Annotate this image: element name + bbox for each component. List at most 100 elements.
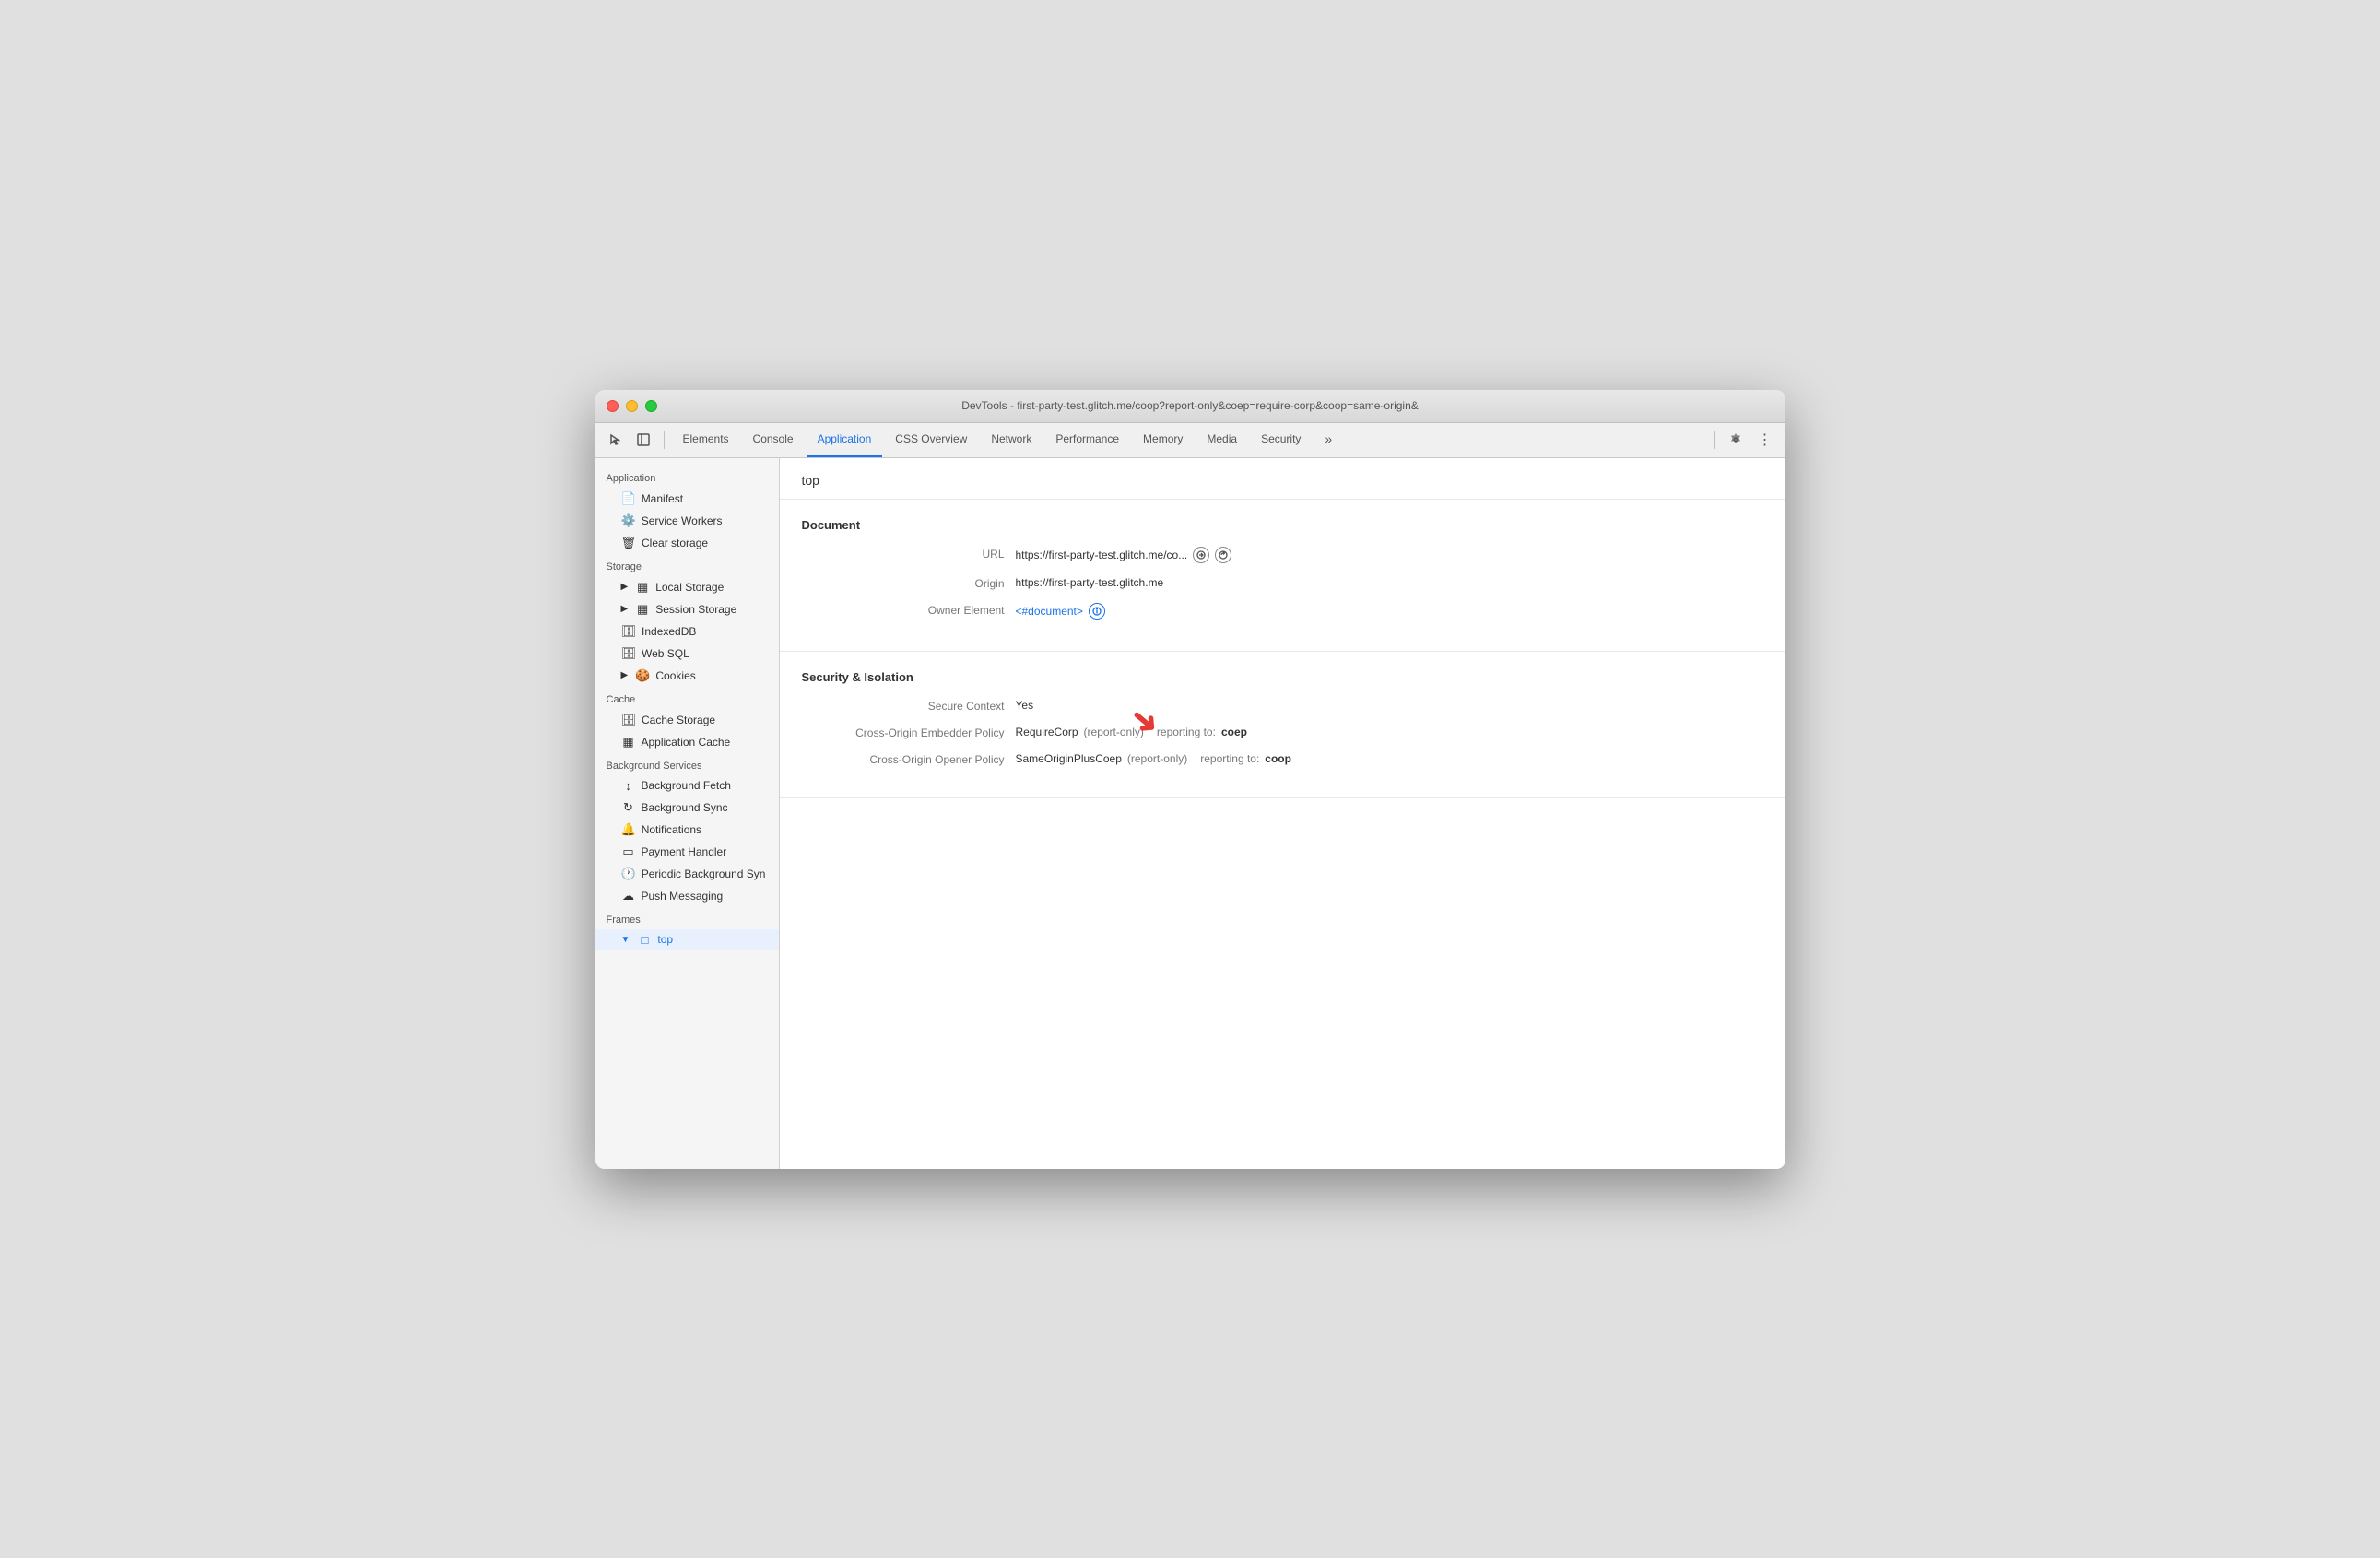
sidebar-item-label: Periodic Background Syn [642, 868, 766, 880]
cursor-icon-button[interactable] [603, 427, 629, 453]
sidebar-item-label: Local Storage [655, 581, 724, 594]
more-options-button[interactable]: ⋮ [1752, 427, 1778, 453]
sidebar: Application 📄 Manifest ⚙️ Service Worker… [595, 458, 780, 1169]
database-icon: 🗄 [621, 646, 637, 661]
sidebar-item-background-sync[interactable]: ↻ Background Sync [595, 797, 779, 819]
minimize-button[interactable] [626, 400, 638, 412]
coep-row: Cross-Origin Embedder Policy RequireCorp… [802, 726, 1763, 739]
security-isolation-title: Security & Isolation [802, 670, 1763, 684]
tab-application[interactable]: Application [807, 422, 883, 457]
info-icon[interactable] [1089, 603, 1105, 620]
sidebar-item-label: Service Workers [642, 514, 723, 527]
sync-icon: ↻ [621, 800, 636, 815]
open-in-new-icon[interactable] [1193, 547, 1209, 563]
coop-row: Cross-Origin Opener Policy SameOriginPlu… [802, 752, 1763, 766]
database-icon: 🗄 [621, 624, 637, 639]
coop-value: SameOriginPlusCoep (report-only) reporti… [1016, 752, 1291, 765]
tab-network[interactable]: Network [980, 422, 1043, 457]
bell-icon: 🔔 [621, 822, 636, 837]
secure-context-value: Yes ➜ [1016, 699, 1034, 712]
sidebar-item-label: Background Fetch [642, 779, 731, 792]
dock-icon-button[interactable] [630, 427, 656, 453]
frame-icon: □ [637, 933, 652, 947]
tab-performance[interactable]: Performance [1044, 422, 1130, 457]
sidebar-item-payment-handler[interactable]: ▭ Payment Handler [595, 841, 779, 863]
sidebar-item-cookies[interactable]: ▶ 🍪 Cookies [595, 665, 779, 687]
owner-element-value: <#document> [1016, 603, 1105, 620]
sidebar-section-application: Application [595, 466, 779, 488]
origin-value: https://first-party-test.glitch.me [1016, 576, 1164, 589]
sidebar-section-storage: Storage [595, 554, 779, 576]
sidebar-item-indexeddb[interactable]: 🗄 IndexedDB [595, 620, 779, 643]
sidebar-section-frames: Frames [595, 907, 779, 929]
url-text: https://first-party-test.glitch.me/co... [1016, 549, 1188, 561]
coop-reporting-label: reporting to: [1200, 752, 1259, 765]
tab-memory[interactable]: Memory [1132, 422, 1194, 457]
sidebar-item-label: Cookies [655, 669, 695, 682]
close-button[interactable] [607, 400, 619, 412]
arrow-right-icon: ▶ [621, 604, 629, 614]
sidebar-item-session-storage[interactable]: ▶ ▦ Session Storage [595, 598, 779, 620]
fetch-icon: ↕ [621, 779, 636, 793]
reload-icon[interactable] [1215, 547, 1231, 563]
security-isolation-section: Security & Isolation Secure Context Yes … [780, 652, 1785, 798]
sidebar-item-manifest[interactable]: 📄 Manifest [595, 488, 779, 510]
sidebar-item-push-messaging[interactable]: ☁ Push Messaging [595, 885, 779, 907]
sidebar-item-top-frame[interactable]: ▼ □ top [595, 929, 779, 950]
sidebar-item-label: Background Sync [642, 801, 728, 814]
tab-security[interactable]: Security [1250, 422, 1312, 457]
sidebar-section-cache: Cache [595, 687, 779, 709]
arrow-right-icon: ▶ [621, 582, 629, 592]
sidebar-item-local-storage[interactable]: ▶ ▦ Local Storage [595, 576, 779, 598]
owner-element-field-row: Owner Element <#document> [802, 603, 1763, 620]
url-label: URL [802, 547, 1005, 561]
coop-value-text: SameOriginPlusCoep [1016, 752, 1122, 765]
coep-value-text: RequireCorp [1016, 726, 1078, 738]
sidebar-item-application-cache[interactable]: ▦ Application Cache [595, 731, 779, 753]
tab-console[interactable]: Console [742, 422, 805, 457]
sidebar-item-web-sql[interactable]: 🗄 Web SQL [595, 643, 779, 665]
coop-reporting-value: coop [1265, 752, 1291, 765]
sidebar-item-label: Notifications [642, 823, 701, 836]
sidebar-item-service-workers[interactable]: ⚙️ Service Workers [595, 510, 779, 532]
arrow-right-icon: ▶ [621, 670, 629, 680]
sidebar-item-label: top [657, 933, 673, 946]
document-section-title: Document [802, 518, 1763, 532]
origin-text: https://first-party-test.glitch.me [1016, 576, 1164, 589]
coep-reporting-value: coep [1221, 726, 1247, 738]
tab-more[interactable]: » [1314, 422, 1343, 457]
sidebar-item-periodic-background-sync[interactable]: 🕐 Periodic Background Syn [595, 863, 779, 885]
cloud-icon: ☁ [621, 889, 636, 903]
tab-elements[interactable]: Elements [672, 422, 740, 457]
sidebar-section-background-services: Background Services [595, 753, 779, 775]
sidebar-item-label: Push Messaging [642, 890, 724, 903]
settings-icon-button[interactable] [1723, 427, 1749, 453]
content-header: top [780, 458, 1785, 500]
origin-field-row: Origin https://first-party-test.glitch.m… [802, 576, 1763, 590]
sidebar-item-background-fetch[interactable]: ↕ Background Fetch [595, 775, 779, 797]
sidebar-item-label: Application Cache [642, 736, 731, 749]
owner-element-link[interactable]: <#document> [1016, 605, 1083, 618]
toolbar: Elements Console Application CSS Overvie… [595, 423, 1785, 458]
origin-label: Origin [802, 576, 1005, 590]
maximize-button[interactable] [645, 400, 657, 412]
page-title: top [802, 473, 1763, 488]
grid-icon: ▦ [621, 735, 636, 749]
sidebar-item-label: IndexedDB [642, 625, 696, 638]
coop-label: Cross-Origin Opener Policy [802, 752, 1005, 766]
sidebar-item-cache-storage[interactable]: 🗄 Cache Storage [595, 709, 779, 731]
tab-css-overview[interactable]: CSS Overview [884, 422, 978, 457]
sidebar-item-notifications[interactable]: 🔔 Notifications [595, 819, 779, 841]
gear-icon: ⚙️ [621, 513, 636, 528]
secure-context-row: Secure Context Yes ➜ [802, 699, 1763, 713]
grid-icon: ▦ [635, 580, 650, 595]
content-panel: top Document URL https://first-party-tes… [780, 458, 1785, 1169]
sidebar-item-clear-storage[interactable]: 🗑 Clear storage [595, 532, 779, 554]
sidebar-item-label: Cache Storage [642, 714, 715, 726]
clock-icon: 🕐 [621, 867, 636, 881]
sidebar-item-label: Web SQL [642, 647, 689, 660]
tab-media[interactable]: Media [1196, 422, 1248, 457]
trash-icon: 🗑 [621, 536, 637, 550]
sidebar-item-label: Payment Handler [642, 845, 727, 858]
sidebar-item-label: Clear storage [642, 537, 708, 549]
